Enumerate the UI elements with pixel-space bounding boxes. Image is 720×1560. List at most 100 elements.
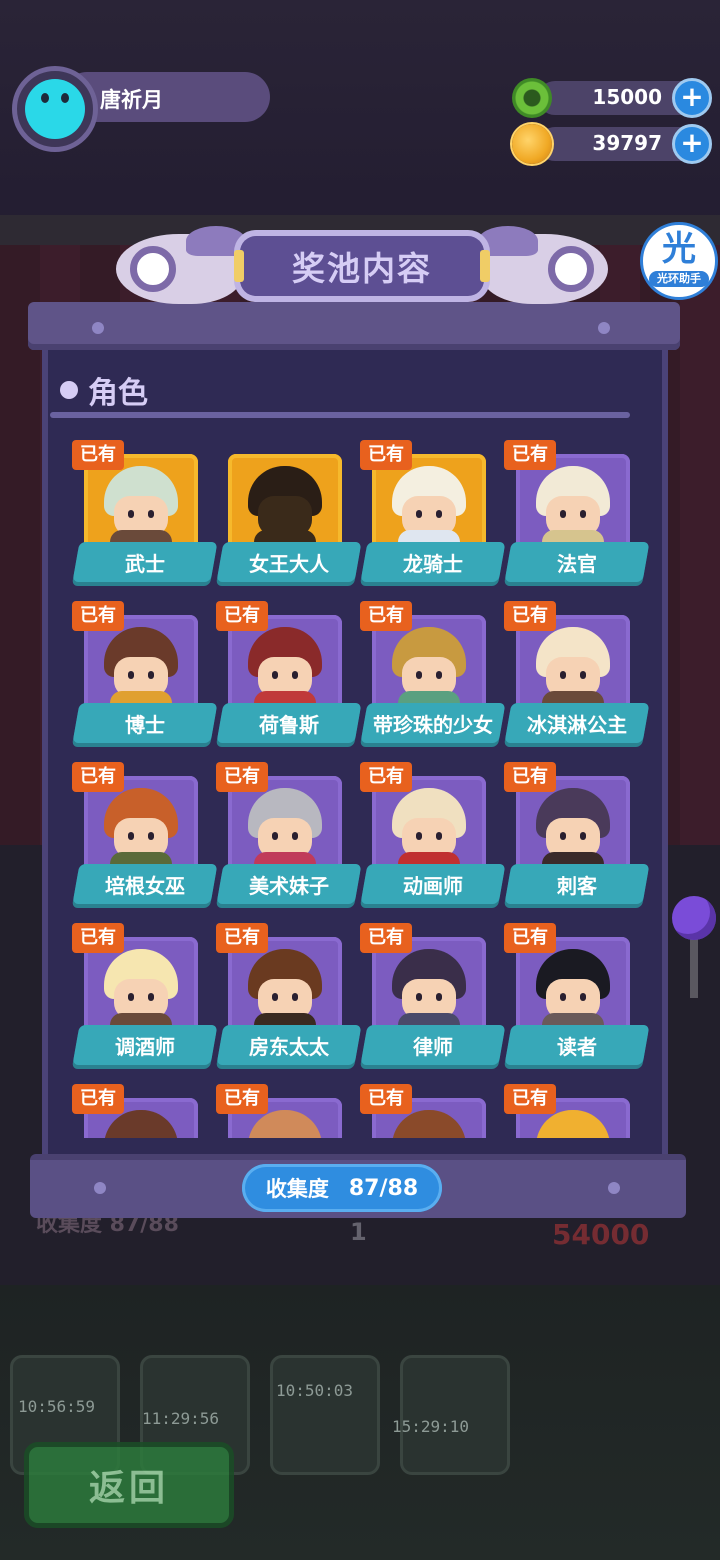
character-card[interactable]: 读者 已有: [504, 923, 650, 1067]
character-name: 调酒师: [115, 1035, 175, 1059]
helper-caption: 光环助手: [649, 271, 709, 287]
bg-timer: 10:56:59: [18, 1397, 96, 1416]
bg-stall: [270, 1355, 380, 1475]
character-portrait-icon: [238, 1110, 332, 1138]
fish-decoration-icon: [482, 234, 608, 304]
owned-badge: 已有: [72, 601, 124, 631]
character-name: 带珍珠的少女: [373, 713, 493, 737]
character-card[interactable]: 调酒师 已有: [72, 923, 218, 1067]
character-portrait-icon: [94, 1110, 188, 1138]
character-grid-scroll[interactable]: 武士 已有 女王大人 龙骑士 已有 法官 已有 博士 已有 荷鲁斯 已有 带珍珠的少女 已有 冰淇淋公主已…: [48, 428, 662, 1138]
bg-price: 54000: [552, 1218, 650, 1251]
character-card[interactable]: 法官 已有: [504, 440, 650, 584]
character-card[interactable]: 武士 已有: [72, 440, 218, 584]
planet-coin-icon: [512, 124, 552, 164]
owned-badge: 已有: [504, 601, 556, 631]
character-grid: 武士 已有 女王大人 龙骑士 已有 法官 已有 博士 已有 荷鲁斯 已有 带珍珠的少女 已有 冰淇淋公主已…: [72, 440, 650, 1138]
character-card[interactable]: 已有: [504, 1084, 648, 1138]
character-card[interactable]: 已有: [72, 1084, 216, 1138]
character-card[interactable]: 房东太太 已有: [216, 923, 362, 1067]
player-name: 唐祈月: [100, 88, 163, 112]
character-card[interactable]: 荷鲁斯 已有: [216, 601, 362, 745]
character-card[interactable]: 律师 已有: [360, 923, 506, 1067]
guanghuan-helper-button[interactable]: 光 光环助手: [640, 222, 718, 300]
avatar-frame[interactable]: [12, 66, 98, 152]
owned-badge: 已有: [504, 440, 556, 470]
character-card[interactable]: 已有: [360, 1084, 504, 1138]
character-name: 冰淇淋公主: [527, 713, 627, 737]
owned-badge: 已有: [360, 601, 412, 631]
collection-value: 87/88: [348, 1175, 419, 1201]
character-card[interactable]: 带珍珠的少女 已有: [360, 601, 506, 745]
character-name: 美术妹子: [249, 874, 329, 898]
title-plate: 奖池内容: [234, 230, 490, 302]
rivet: [598, 322, 610, 334]
character-card[interactable]: 已有: [216, 1084, 360, 1138]
owned-badge: 已有: [72, 762, 124, 792]
character-name: 武士: [125, 552, 165, 576]
character-name: 法官: [557, 552, 597, 576]
bullet-dot-icon: [60, 381, 78, 399]
bg-stall: [400, 1355, 510, 1475]
currency-donut: 15000 +: [512, 78, 712, 118]
player-profile[interactable]: 唐祈月: [12, 66, 270, 152]
cat-avatar-icon: [25, 79, 85, 139]
character-card[interactable]: 龙骑士 已有: [360, 440, 506, 584]
owned-badge: 已有: [504, 1084, 556, 1114]
owned-badge: 已有: [360, 762, 412, 792]
owned-badge: 已有: [216, 923, 268, 953]
rivet: [92, 322, 104, 334]
portrait-hair: [536, 1110, 610, 1138]
character-card[interactable]: 美术妹子 已有: [216, 762, 362, 906]
currency-value: 39797: [592, 131, 662, 155]
add-currency-button[interactable]: +: [672, 78, 712, 118]
character-name: 刺客: [557, 874, 597, 898]
section-header: 角色: [60, 368, 148, 412]
character-name: 律师: [413, 1035, 453, 1059]
green-donut-coin-icon: [512, 78, 552, 118]
title-plate-tab: [480, 250, 490, 282]
character-name: 博士: [125, 713, 165, 737]
character-name: 房东太太: [249, 1035, 329, 1059]
fish-decoration-icon: [116, 226, 246, 304]
title-plate-tab: [234, 250, 244, 282]
bg-timer: 10:50:03: [276, 1381, 354, 1400]
owned-badge: 已有: [72, 923, 124, 953]
character-name: 龙骑士: [403, 552, 463, 576]
character-portrait-icon: [526, 1110, 620, 1138]
back-button-label: 返回: [88, 1468, 169, 1509]
owned-badge: 已有: [504, 762, 556, 792]
owned-badge: 已有: [360, 1084, 412, 1114]
helper-icon-char: 光: [662, 229, 696, 269]
section-title: 角色: [88, 376, 148, 411]
character-card[interactable]: 动画师 已有: [360, 762, 506, 906]
character-card[interactable]: 培根女巫 已有: [72, 762, 218, 906]
currency-value: 15000: [592, 85, 662, 109]
character-card[interactable]: 冰淇淋公主 已有: [504, 601, 650, 745]
section-divider: [50, 412, 630, 418]
back-button[interactable]: 返回: [24, 1442, 234, 1528]
owned-badge: 已有: [216, 762, 268, 792]
owned-badge: 已有: [360, 440, 412, 470]
portrait-hair: [392, 1110, 466, 1138]
collection-progress: 收集度 87/88: [242, 1164, 442, 1212]
owned-badge: 已有: [216, 1084, 268, 1114]
currency-planet: 39797 +: [512, 124, 712, 164]
character-card[interactable]: 女王大人: [216, 440, 362, 584]
character-card[interactable]: 刺客 已有: [504, 762, 650, 906]
panel-title-banner: 奖池内容: [116, 226, 608, 306]
owned-badge: 已有: [72, 1084, 124, 1114]
portrait-hair: [104, 1110, 178, 1138]
owned-badge: 已有: [360, 923, 412, 953]
character-name: 动画师: [403, 874, 463, 898]
character-name: 荷鲁斯: [259, 713, 319, 737]
portrait-hair: [248, 1110, 322, 1138]
character-card[interactable]: 博士 已有: [72, 601, 218, 745]
character-name: 培根女巫: [105, 874, 185, 898]
add-currency-button[interactable]: +: [672, 124, 712, 164]
bg-count: 1: [350, 1218, 367, 1246]
collection-label: 收集度: [265, 1177, 329, 1201]
rivet: [608, 1182, 620, 1194]
title-plate-inner: 奖池内容: [240, 236, 484, 296]
rivet: [94, 1182, 106, 1194]
